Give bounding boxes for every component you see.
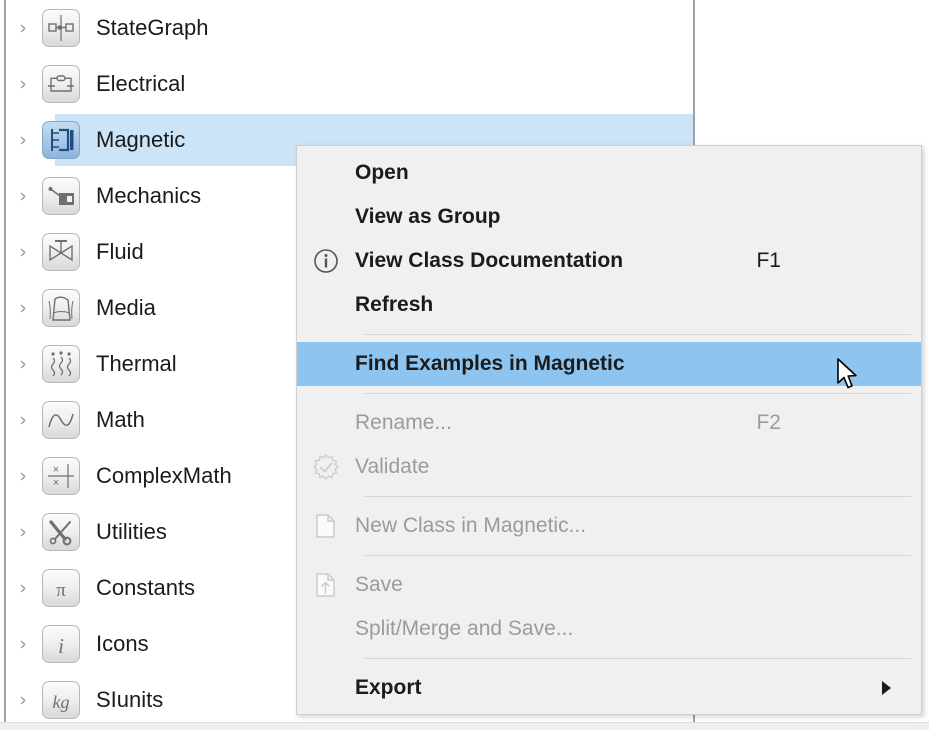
menu-item-label: Export [355, 676, 422, 699]
chevron-right-icon[interactable]: › [6, 634, 40, 654]
menu-icon-slot [297, 195, 355, 239]
save-document-icon [297, 563, 355, 607]
tree-item-label: Electrical [96, 71, 186, 96]
menu-separator [365, 496, 911, 497]
tree-item-label: Thermal [96, 351, 177, 376]
svg-text:i: i [58, 634, 64, 658]
chevron-right-icon[interactable]: › [6, 690, 40, 710]
menu-item-rename: Rename... F2 [297, 401, 921, 445]
tree-item-electrical[interactable]: › Electrical [6, 56, 693, 112]
magnetic-icon [42, 121, 80, 159]
chevron-right-icon[interactable]: › [6, 298, 40, 318]
menu-item-label: View as Group [355, 205, 501, 228]
chevron-right-icon[interactable]: › [6, 130, 40, 150]
svg-text:kg: kg [53, 692, 70, 712]
menu-separator [365, 658, 911, 659]
application-window: › StateGraph › Electrical › Magnetic › Mechanic… [0, 0, 929, 730]
menu-item-open[interactable]: Open [297, 151, 921, 195]
tree-item-label: Fluid [96, 239, 144, 264]
chevron-right-icon[interactable]: › [6, 74, 40, 94]
menu-separator [365, 334, 911, 335]
menu-item-label: View Class Documentation [355, 249, 624, 272]
submenu-arrow-icon[interactable] [882, 681, 891, 695]
menu-item-label: New Class in Magnetic... [355, 514, 587, 537]
info-icon [297, 239, 355, 283]
menu-icon-slot [297, 342, 355, 386]
stategraph-icon [42, 9, 80, 47]
menu-item-label: Open [355, 161, 409, 184]
complexmath-icon: × × [42, 457, 80, 495]
chevron-right-icon[interactable]: › [6, 410, 40, 430]
menu-item-validate: Validate [297, 445, 921, 489]
menu-item-view-class-documentation[interactable]: View Class Documentation F1 [297, 239, 921, 283]
menu-icon-slot [297, 151, 355, 195]
menu-icon-slot [297, 607, 355, 651]
chevron-right-icon[interactable]: › [6, 578, 40, 598]
thermal-icon [42, 345, 80, 383]
chevron-right-icon[interactable]: › [6, 466, 40, 486]
new-document-icon [297, 504, 355, 548]
media-icon [42, 289, 80, 327]
chevron-right-icon[interactable]: › [6, 242, 40, 262]
tree-item-label: ComplexMath [96, 463, 232, 488]
chevron-right-icon[interactable]: › [6, 354, 40, 374]
tree-item-label: StateGraph [96, 15, 209, 40]
menu-item-label: Validate [355, 455, 430, 478]
tree-item-label: SIunits [96, 687, 164, 712]
menu-item-label: Refresh [355, 293, 434, 316]
menu-item-label: Find Examples in Magnetic [355, 352, 625, 375]
menu-item-find-examples-in-magnetic[interactable]: Find Examples in Magnetic [297, 342, 921, 386]
menu-item-save: Save [297, 563, 921, 607]
fluid-icon [42, 233, 80, 271]
tree-item-label: Media [96, 295, 156, 320]
utilities-icon [42, 513, 80, 551]
chevron-right-icon[interactable]: › [6, 522, 40, 542]
tree-item-label: Utilities [96, 519, 167, 544]
menu-icon-slot [297, 283, 355, 327]
constants-icon: π [42, 569, 80, 607]
package-context-menu[interactable]: Open View as Group View Class Documentatio… [296, 145, 922, 715]
tree-item-label: Mechanics [96, 183, 202, 208]
chevron-right-icon[interactable]: › [6, 18, 40, 38]
tree-item-label: Math [96, 407, 145, 432]
mechanics-icon [42, 177, 80, 215]
tree-item-label: Constants [96, 575, 196, 600]
siunits-icon: kg [42, 681, 80, 719]
menu-icon-slot [297, 666, 355, 710]
chevron-right-icon[interactable]: › [6, 186, 40, 206]
menu-item-view-as-group[interactable]: View as Group [297, 195, 921, 239]
svg-text:π: π [56, 580, 66, 601]
menu-item-shortcut: F2 [756, 411, 781, 434]
menu-item-refresh[interactable]: Refresh [297, 283, 921, 327]
icons-icon: i [42, 625, 80, 663]
menu-item-split-merge-and-save: Split/Merge and Save... [297, 607, 921, 651]
menu-separator [365, 393, 911, 394]
menu-item-label: Rename... [355, 411, 452, 434]
menu-item-label: Save [355, 573, 403, 596]
math-icon [42, 401, 80, 439]
menu-icon-slot [297, 401, 355, 445]
menu-item-new-class-in-magnetic: New Class in Magnetic... [297, 504, 921, 548]
svg-text:×: × [53, 477, 59, 489]
svg-text:×: × [53, 464, 59, 476]
tree-item-stategraph[interactable]: › StateGraph [6, 0, 693, 56]
validate-badge-icon [297, 445, 355, 489]
menu-item-label: Split/Merge and Save... [355, 617, 574, 640]
tree-item-label: Icons [96, 631, 149, 656]
menu-item-export[interactable]: Export [297, 666, 921, 710]
tree-item-label: Magnetic [96, 127, 186, 152]
menu-item-shortcut: F1 [756, 249, 781, 272]
electrical-icon [42, 65, 80, 103]
menu-separator [365, 555, 911, 556]
